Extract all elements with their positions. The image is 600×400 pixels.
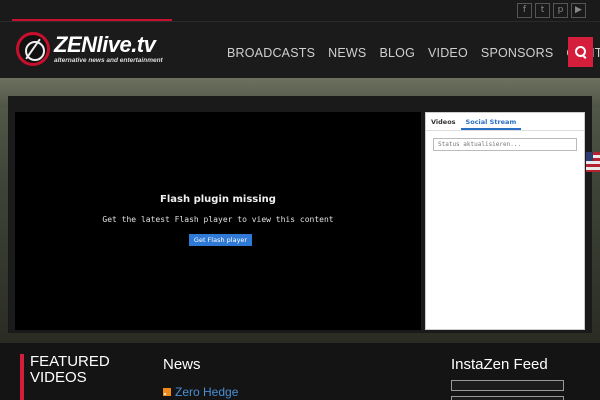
featured-videos-heading: FEATURED VIDEOS (20, 354, 140, 400)
twitter-icon[interactable]: t (535, 3, 550, 18)
facebook-icon[interactable]: f (517, 3, 532, 18)
rss-icon (163, 388, 171, 396)
flash-missing-title: Flash plugin missing (160, 194, 276, 205)
logo-title: ZENlive.tv (54, 32, 156, 57)
flag-image (586, 152, 600, 172)
nav-broadcasts[interactable]: BROADCASTS (227, 46, 315, 60)
social-stream-panel: Videos Social Stream Status aktualisiere… (425, 112, 585, 330)
nav-blog[interactable]: BLOG (379, 46, 415, 60)
status-input[interactable]: Status aktualisieren... (433, 138, 577, 151)
news-list-item[interactable]: Zero Hedge (163, 385, 238, 399)
instazen-feed-box (451, 380, 564, 391)
main-nav: BROADCASTS NEWS BLOG VIDEO SPONSORS CONT… (227, 46, 600, 60)
accent-line (12, 19, 172, 21)
nav-sponsors[interactable]: SPONSORS (481, 46, 553, 60)
get-flash-button[interactable]: Get Flash player (189, 234, 252, 246)
tab-videos[interactable]: Videos (426, 113, 461, 130)
social-links: f t p ▶ (517, 3, 586, 18)
flash-missing-message: Get the latest Flash player to view this… (102, 215, 334, 224)
instazen-heading: InstaZen Feed (451, 356, 548, 373)
youtube-icon[interactable]: ▶ (571, 3, 586, 18)
panel-tabs: Videos Social Stream (426, 113, 584, 131)
news-link[interactable]: Zero Hedge (175, 385, 238, 399)
flash-player: Flash plugin missing Get the latest Flas… (15, 112, 421, 330)
news-heading: News (163, 356, 201, 373)
pinterest-icon[interactable]: p (553, 3, 568, 18)
logo-tagline: alternative news and entertainment (54, 57, 163, 64)
nav-news[interactable]: NEWS (328, 46, 366, 60)
tab-social-stream[interactable]: Social Stream (460, 113, 522, 130)
logo-mark-icon (16, 32, 50, 66)
top-bar: f t p ▶ (0, 0, 600, 22)
site-logo[interactable]: ZENlive.tv alternative news and entertai… (16, 32, 163, 66)
search-button[interactable] (568, 37, 593, 67)
nav-video[interactable]: VIDEO (428, 46, 468, 60)
instazen-feed-box-2 (451, 396, 564, 400)
site-header: ZENlive.tv alternative news and entertai… (0, 22, 600, 78)
